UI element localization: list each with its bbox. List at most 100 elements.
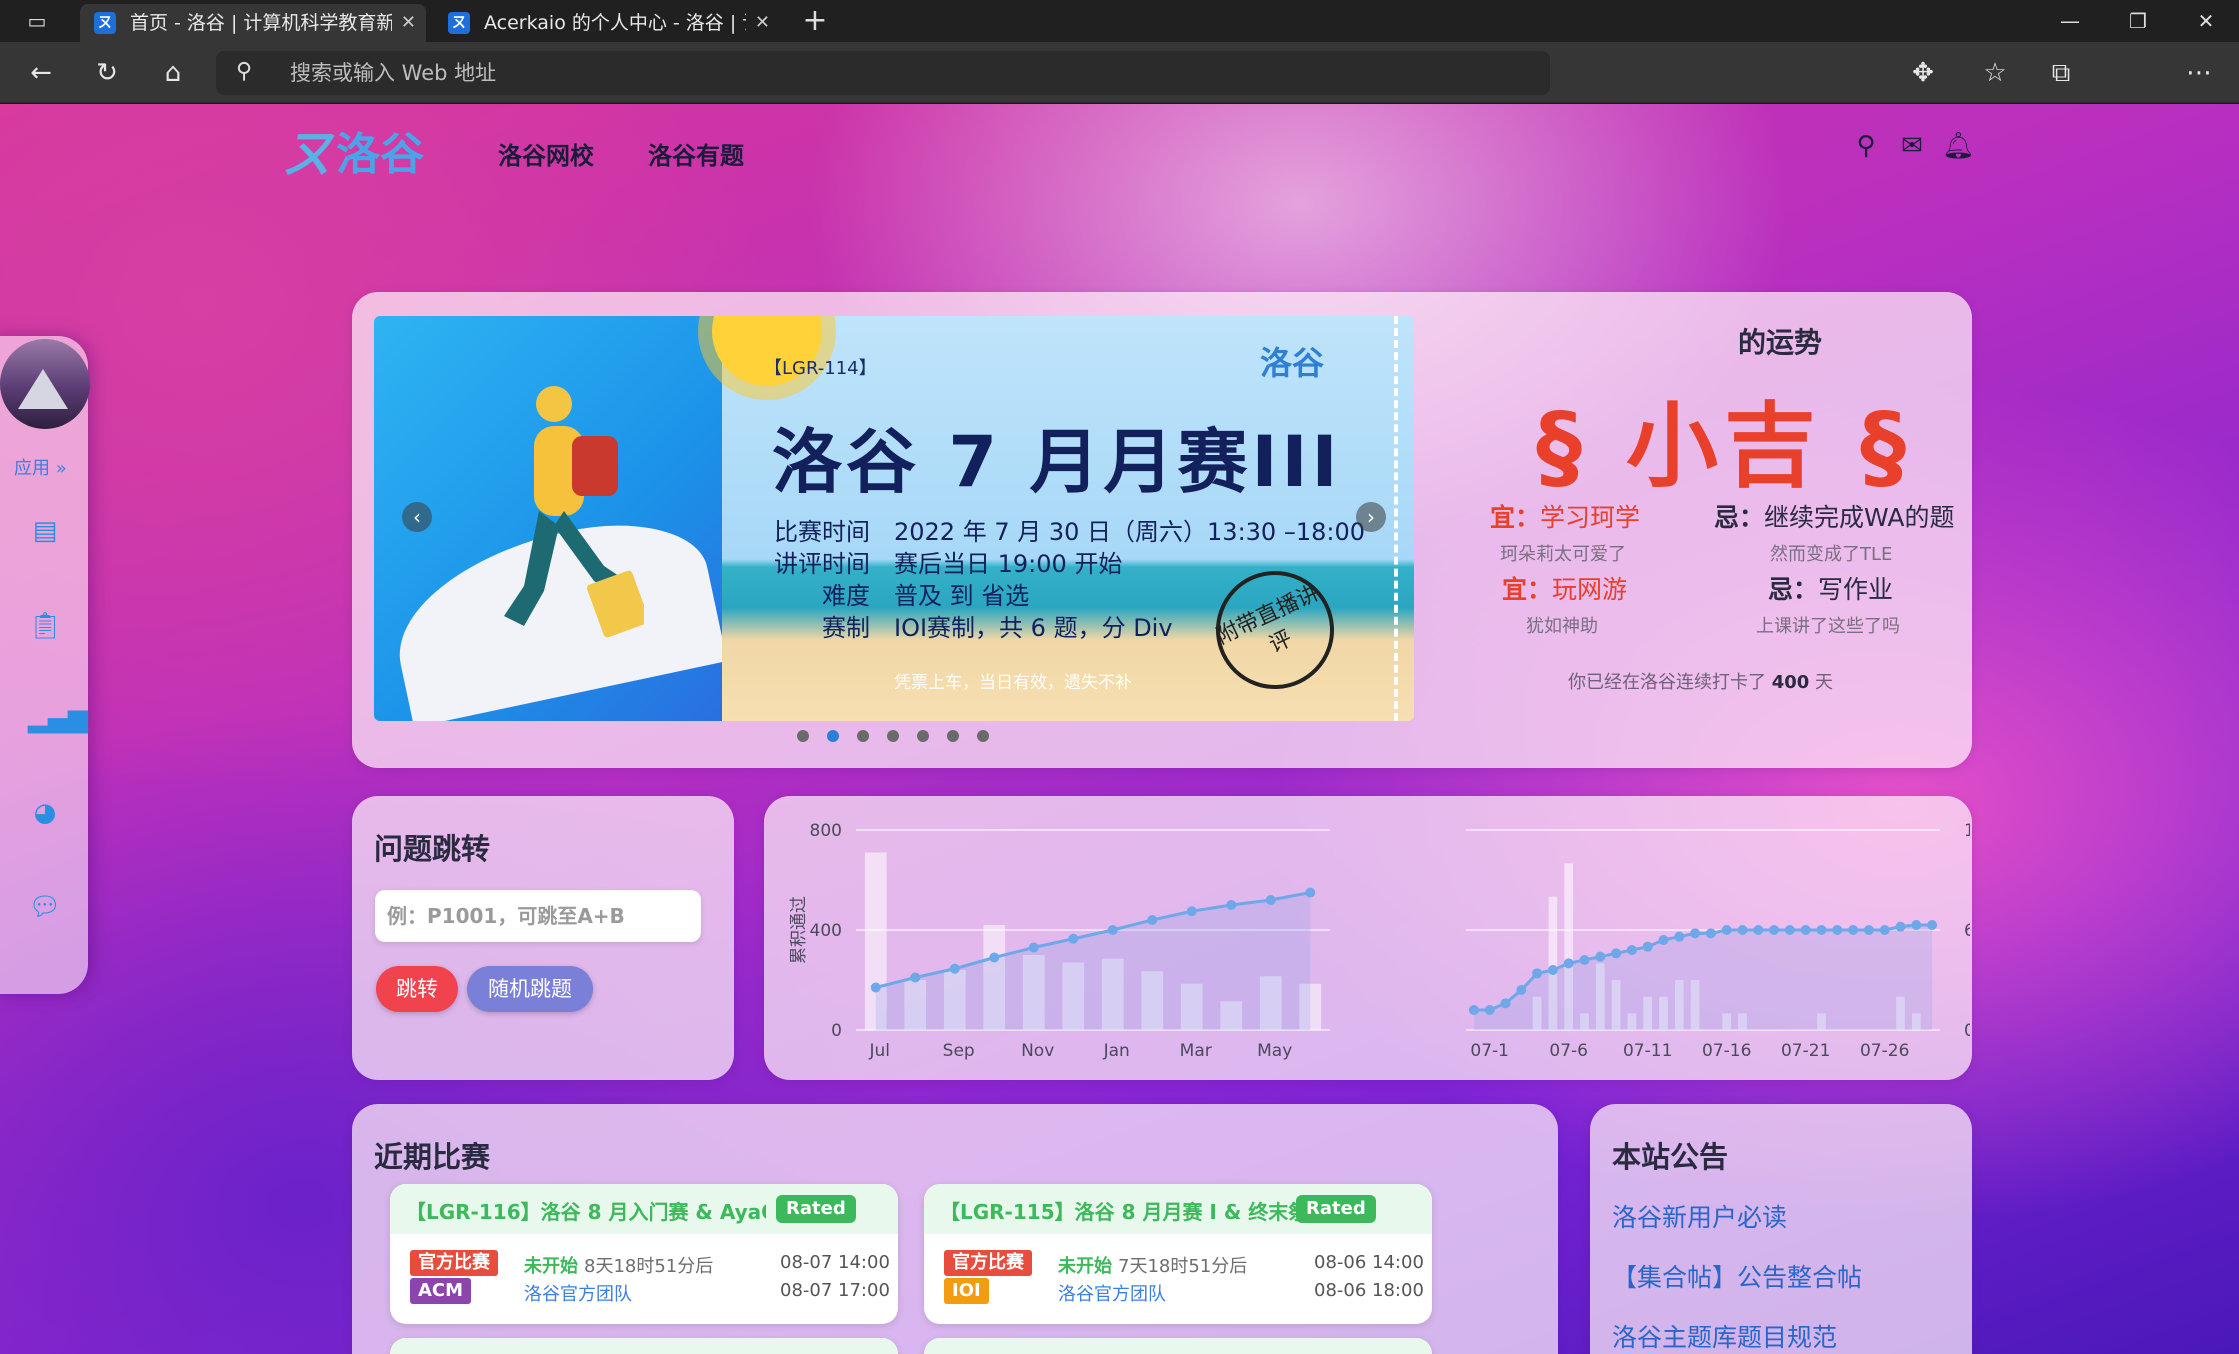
bell-icon[interactable]: 🔔︎	[1942, 130, 1975, 162]
contest-status: 未开始 7天18时51分后	[1058, 1256, 1248, 1277]
collections-icon[interactable]: ⧉	[2042, 54, 2080, 92]
contest-title[interactable]: 【LGR-115】洛谷 8 月月赛 I & 终末祭...	[940, 1196, 1300, 1225]
contest-organizer[interactable]: 洛谷官方团队	[524, 1280, 632, 1306]
x-tick-label: Jul	[868, 1041, 890, 1061]
banner-tag: 【LGR-114】	[764, 358, 877, 379]
clipboard-icon[interactable]: 📋︎	[28, 609, 62, 643]
contest-card[interactable]	[924, 1338, 1432, 1354]
banner-dot[interactable]	[857, 730, 869, 742]
data-point	[1927, 920, 1938, 930]
fortune-good-1-sub: 珂朵莉太可爱了	[1500, 544, 1626, 565]
y-tick-label: 12	[1964, 821, 1970, 841]
address-bar[interactable]: ⚲	[216, 51, 1550, 95]
announcement-link[interactable]: 洛谷主题库题目规范	[1612, 1318, 1837, 1354]
announcement-link[interactable]: 洛谷新用户必读	[1612, 1198, 1787, 1234]
x-tick-label: 07-6	[1549, 1041, 1588, 1061]
random-jump-button[interactable]: 随机跳题	[467, 966, 593, 1012]
close-tab-icon[interactable]: ✕	[401, 4, 416, 42]
x-tick-label: 07-21	[1781, 1041, 1830, 1061]
banner-dot[interactable]	[917, 730, 929, 742]
close-tab-icon[interactable]: ✕	[755, 4, 770, 42]
banner-dot[interactable]	[977, 730, 989, 742]
banner-dot[interactable]	[947, 730, 959, 742]
contest-title[interactable]: 【LGR-116】洛谷 8 月入门赛 & AyaOI ...	[406, 1196, 766, 1225]
luogu-favicon-icon: ㄡ	[94, 12, 116, 34]
data-point	[1226, 900, 1237, 910]
contest-card[interactable]: 【LGR-115】洛谷 8 月月赛 I & 终末祭... Rated 官方比赛 …	[924, 1184, 1432, 1324]
announcements-title: 本站公告	[1612, 1140, 1729, 1174]
x-tick-label: 07-11	[1623, 1041, 1672, 1061]
banner-row: 比赛时间 2022 年 7 月 30 日（周六）13:30 –18:00	[774, 518, 1365, 546]
x-tick-label: 07-16	[1702, 1041, 1751, 1061]
chat-icon[interactable]: 💬︎	[28, 890, 62, 924]
data-point	[1737, 925, 1748, 935]
banner-next-icon[interactable]: ›	[1356, 502, 1386, 532]
contest-card[interactable]: 【LGR-116】洛谷 8 月入门赛 & AyaOI ... Rated 官方比…	[390, 1184, 898, 1324]
banner-title: 洛谷 7 月月赛III	[772, 421, 1342, 503]
book-icon[interactable]: ▤	[28, 514, 62, 548]
y-tick-label: 400	[810, 921, 842, 941]
data-point	[1690, 928, 1701, 939]
page-content: ㄡ 洛谷 洛谷网校 洛谷有题 ⚲ ✉ 🔔︎ 应用 » ▤ 📋︎ ▂▄▆ ◕ 💬︎	[0, 104, 2239, 1354]
contest-organizer[interactable]: 洛谷官方团队	[1058, 1280, 1166, 1306]
new-tab-button[interactable]: +	[796, 4, 834, 38]
tab-home[interactable]: ㄡ 首页 - 洛谷 | 计算机科学教育新生态 ✕	[80, 4, 426, 42]
luogu-logo[interactable]: ㄡ 洛谷	[282, 120, 424, 183]
more-menu-icon[interactable]: ⋯	[2180, 54, 2218, 92]
search-icon: ⚲	[236, 59, 253, 84]
back-icon[interactable]: ←	[22, 54, 60, 92]
data-point	[1107, 925, 1118, 935]
jump-button[interactable]: 跳转	[376, 966, 458, 1012]
mail-icon[interactable]: ✉	[1896, 130, 1928, 162]
nav-link-online-school[interactable]: 洛谷网校	[498, 136, 594, 171]
cumulative-pass-chart: 0 400 800 累积通过 Jul Sep Nov Jan Mar May	[789, 821, 1330, 1061]
y-axis-label: 累积通过	[789, 896, 809, 964]
pie-chart-icon[interactable]: ◕	[28, 796, 62, 830]
banner-dot[interactable]	[887, 730, 899, 742]
favorites-icon[interactable]: ☆	[1976, 54, 2014, 92]
x-tick-label: 07-26	[1860, 1041, 1909, 1061]
minimize-button[interactable]: —	[2040, 0, 2100, 42]
banner-dot[interactable]	[797, 730, 809, 742]
problem-jump-input[interactable]	[375, 890, 701, 942]
browser-tab-strip: ▭ ㄡ 首页 - 洛谷 | 计算机科学教育新生态 ✕ ㄡ Acerkaio 的个…	[0, 0, 2239, 42]
banner-prev-icon[interactable]: ‹	[402, 502, 432, 532]
data-point	[949, 963, 960, 974]
tab-actions-icon[interactable]: ▭	[20, 4, 54, 38]
data-point	[989, 952, 1000, 963]
signal-bars-icon[interactable]: ▂▄▆	[28, 702, 88, 736]
search-icon[interactable]: ⚲	[1850, 130, 1882, 162]
y-tick-label: 0	[831, 1021, 842, 1041]
data-point	[1848, 925, 1859, 935]
home-icon[interactable]: ⌂	[154, 54, 192, 92]
extensions-icon[interactable]: ✥	[1904, 54, 1942, 92]
fortune-bad-2: 忌：写作业	[1768, 575, 1894, 604]
contest-end-time: 08-06 18:00	[1314, 1280, 1424, 1301]
banner-dot[interactable]	[827, 730, 839, 742]
refresh-icon[interactable]: ↻	[88, 54, 126, 92]
banner-row: 难度 普及 到 省选	[822, 582, 1030, 610]
nav-link-problems[interactable]: 洛谷有题	[648, 136, 744, 171]
data-point	[1305, 887, 1316, 898]
data-point	[1500, 998, 1511, 1009]
y-tick-label: 0	[1964, 1021, 1970, 1041]
browser-toolbar: ← ↻ ⌂ ⚲ ✥ ☆ ⧉ ⋯	[0, 42, 2239, 103]
sidebar-apps-label[interactable]: 应用 »	[14, 454, 67, 480]
data-point	[1642, 941, 1653, 952]
tab-user-center[interactable]: ㄡ Acerkaio 的个人中心 - 洛谷 | 计算机科学教育新生态 ✕	[434, 4, 780, 42]
area-fill	[875, 892, 1311, 1030]
data-point	[1186, 906, 1197, 917]
announcement-link[interactable]: 【集合帖】公告整合帖	[1612, 1258, 1862, 1294]
luogu-favicon-icon: ㄡ	[448, 12, 470, 34]
avatar[interactable]	[0, 339, 90, 429]
contest-banner[interactable]: 【LGR-114】 洛谷 洛谷 7 月月赛III 比赛时间 2022 年 7 月 …	[374, 316, 1414, 721]
data-point	[1147, 915, 1158, 925]
data-point	[1563, 958, 1574, 969]
data-point	[1265, 895, 1276, 905]
close-window-button[interactable]: ✕	[2176, 0, 2236, 42]
address-input[interactable]	[288, 51, 1488, 95]
contest-card[interactable]	[390, 1338, 898, 1354]
data-point	[1626, 945, 1637, 955]
maximize-button[interactable]: ❐	[2108, 0, 2168, 42]
sidebar-label-text: 应用	[14, 458, 50, 479]
